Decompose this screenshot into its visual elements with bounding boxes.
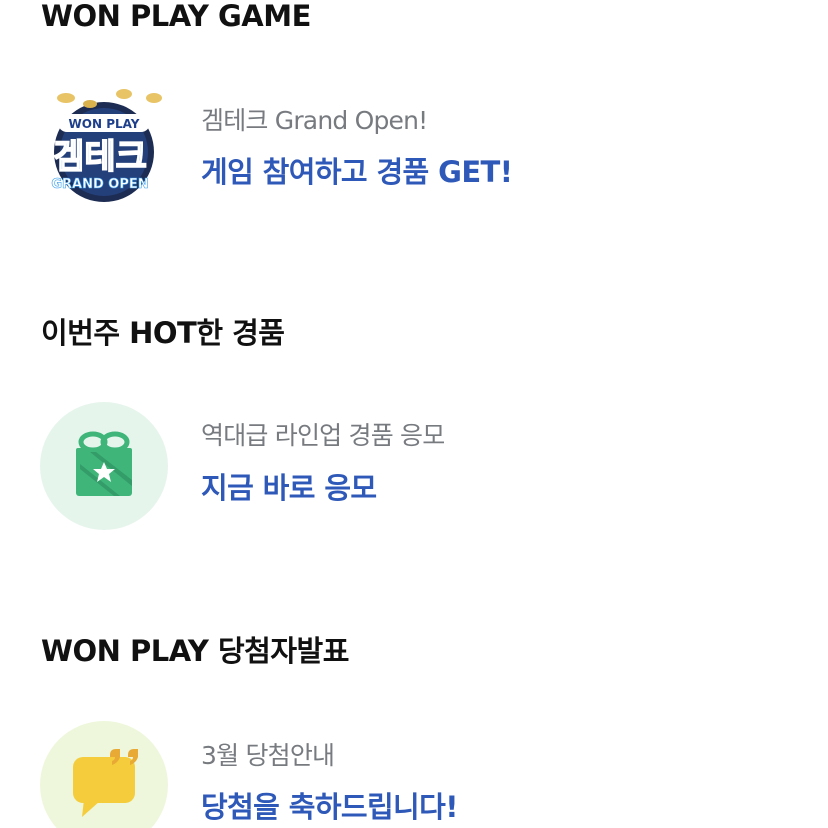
game-logo-main-text: 겜테크 [53, 137, 147, 177]
section-title-hot-prizes: 이번주 HOT한 경품 [41, 316, 285, 350]
winner-event-subtitle: 3월 당첨안내 [201, 741, 335, 770]
game-logo-top-text: WON PLAY [69, 117, 140, 131]
game-event-card[interactable]: WON PLAY 겜테크 GRAND OPEN 겜테크 Grand Open! … [40, 84, 800, 214]
winner-event-card[interactable]: 3월 당첨안내 당첨을 축하드립니다! [40, 721, 800, 828]
speech-bubble-icon [40, 721, 168, 828]
gift-box-icon [40, 402, 168, 530]
section-title-winners: WON PLAY 당첨자발표 [41, 634, 349, 668]
game-event-headline: 게임 참여하고 경품 GET! [201, 155, 513, 189]
event-list-page: WON PLAY GAME WON PLAY 겜테크 GRAND OPEN 겜테… [0, 0, 828, 828]
prize-event-card[interactable]: 역대급 라인업 경품 응모 지금 바로 응모 [40, 402, 800, 532]
game-logo-icon: WON PLAY 겜테크 GRAND OPEN [40, 84, 168, 212]
section-title-won-play-game: WON PLAY GAME [41, 0, 311, 33]
winner-event-headline: 당첨을 축하드립니다! [201, 790, 458, 824]
game-event-subtitle: 겜테크 Grand Open! [201, 106, 428, 135]
prize-event-headline: 지금 바로 응모 [201, 471, 377, 505]
game-logo-bottom-text: GRAND OPEN [51, 177, 148, 192]
prize-event-subtitle: 역대급 라인업 경품 응모 [201, 421, 445, 450]
